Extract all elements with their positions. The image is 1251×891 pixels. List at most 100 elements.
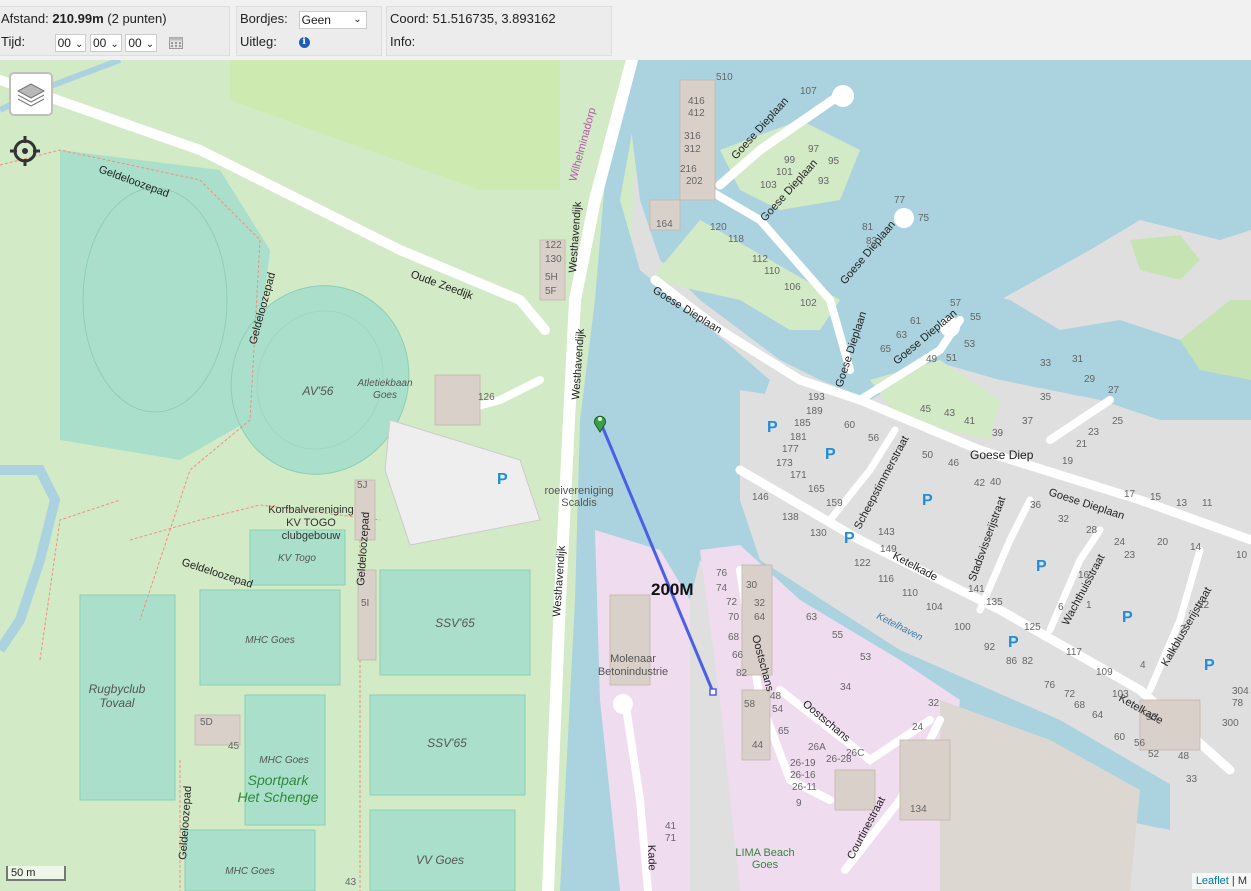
house-number: 23 <box>1088 427 1100 438</box>
area-label: SSV'65 <box>427 736 467 750</box>
house-number: 20 <box>1157 537 1169 548</box>
house-number: 81 <box>862 222 874 233</box>
house-number: 6 <box>1058 602 1064 613</box>
house-number: 117 <box>1066 647 1082 658</box>
house-number: 50 <box>922 450 934 461</box>
house-number: 35 <box>1040 392 1052 403</box>
house-number: 83 <box>866 236 878 247</box>
house-number: 55 <box>970 312 982 323</box>
house-number: 26-19 <box>790 758 816 769</box>
house-number: 5H <box>545 272 558 283</box>
house-number: 14 <box>1190 542 1202 553</box>
house-number: 24 <box>1114 537 1126 548</box>
place-label: Goese Diep <box>970 448 1034 462</box>
area-label: Tovaal <box>100 696 135 710</box>
park-label: Het Schenge <box>238 789 319 805</box>
parking-icon: P <box>1204 657 1215 674</box>
house-number: 122 <box>545 240 562 251</box>
house-number: 76 <box>1044 680 1056 691</box>
time-label: Tijd: <box>1 34 26 49</box>
house-number: 74 <box>716 583 728 594</box>
house-number: 5F <box>545 286 557 297</box>
house-number: 95 <box>828 156 840 167</box>
layers-button[interactable] <box>9 72 53 116</box>
house-number: 32 <box>928 698 940 709</box>
house-number: 53 <box>1146 712 1158 723</box>
poi-label: Korfbalvereniging <box>268 504 354 516</box>
signs-select[interactable]: Geen ⌄ <box>298 10 367 29</box>
house-number: 68 <box>728 632 740 643</box>
poi-label: Betonindustrie <box>598 666 668 678</box>
house-number: 26-28 <box>826 754 852 765</box>
house-number: 77 <box>894 195 906 206</box>
map-view[interactable]: P P P P P P P P P Westhavendijk Westhave… <box>0 60 1251 891</box>
poi-label: Scaldis <box>561 497 597 509</box>
chevron-down-icon: ⌄ <box>74 38 84 50</box>
house-number: 2 <box>1180 624 1186 635</box>
calendar-icon[interactable] <box>168 36 183 50</box>
hours-select[interactable]: 00 ⌄ <box>54 33 87 52</box>
house-number: 70 <box>728 612 740 623</box>
house-number: 312 <box>684 144 701 155</box>
house-number: 107 <box>800 86 817 97</box>
house-number: 106 <box>784 282 801 293</box>
house-number: 122 <box>854 558 871 569</box>
house-number: 102 <box>800 298 817 309</box>
parking-icon: P <box>844 530 855 547</box>
house-number: 159 <box>826 498 843 509</box>
area-label: Goes <box>373 390 397 401</box>
house-number: 11 <box>1202 498 1213 509</box>
house-number: 130 <box>810 528 827 539</box>
layers-icon <box>16 83 46 107</box>
house-number: 29 <box>1084 374 1096 385</box>
house-number: 49 <box>926 354 938 365</box>
info-icon[interactable]: i <box>298 37 310 49</box>
house-number: 5D <box>200 717 213 728</box>
house-number: 53 <box>964 339 976 350</box>
house-number: 26-11 <box>792 782 817 793</box>
house-number: 202 <box>686 176 703 187</box>
house-number: 72 <box>726 597 738 608</box>
poi-label: clubgebouw <box>282 530 341 542</box>
house-number: 45 <box>920 404 932 415</box>
minutes-select[interactable]: 00 ⌄ <box>90 33 122 52</box>
house-number: 109 <box>1096 667 1113 678</box>
house-number: 36 <box>1030 500 1042 511</box>
area-label: Rugbyclub <box>89 682 146 696</box>
house-number: 51 <box>946 353 958 364</box>
crosshair-icon <box>10 136 40 166</box>
house-number: 65 <box>880 344 892 355</box>
info-label: Info: <box>390 34 416 49</box>
house-number: 141 <box>968 584 985 595</box>
house-number: 165 <box>808 484 825 495</box>
house-number: 135 <box>986 597 1003 608</box>
house-number: 26-16 <box>790 770 816 781</box>
poi-label: LIMA Beach <box>735 847 794 859</box>
house-number: 189 <box>806 406 823 417</box>
house-number: 416 <box>688 96 705 107</box>
distance-label: Afstand: <box>1 11 49 26</box>
house-number: 37 <box>1022 416 1034 427</box>
house-number: 10 <box>1236 550 1248 561</box>
signs-label: Bordjes: <box>240 11 288 26</box>
house-number: 19 <box>1062 456 1074 467</box>
leaflet-link[interactable]: Leaflet <box>1196 875 1229 887</box>
coord-value: 51.516735, 3.893162 <box>432 11 556 26</box>
house-number: 9 <box>796 798 802 809</box>
locate-button[interactable] <box>8 134 42 168</box>
parking-icon: P <box>825 446 836 463</box>
coord-panel: Coord: 51.516735, 3.893162 Info: <box>386 6 612 56</box>
map-canvas[interactable]: P P P P P P P P P Westhavendijk Westhave… <box>0 60 1251 891</box>
parking-icon: P <box>1036 558 1047 575</box>
house-number: 130 <box>545 254 562 265</box>
house-number: 27 <box>1108 385 1120 396</box>
parking-icon: P <box>767 419 778 436</box>
house-number: 64 <box>754 612 766 623</box>
seconds-select[interactable]: 00 ⌄ <box>125 33 158 52</box>
house-number: 4 <box>1140 660 1146 671</box>
route-endpoint-handle[interactable] <box>709 688 717 696</box>
house-number: 75 <box>918 213 930 224</box>
house-number: 32 <box>754 598 766 609</box>
signs-value: Geen <box>301 12 331 27</box>
house-number: 164 <box>656 219 673 230</box>
